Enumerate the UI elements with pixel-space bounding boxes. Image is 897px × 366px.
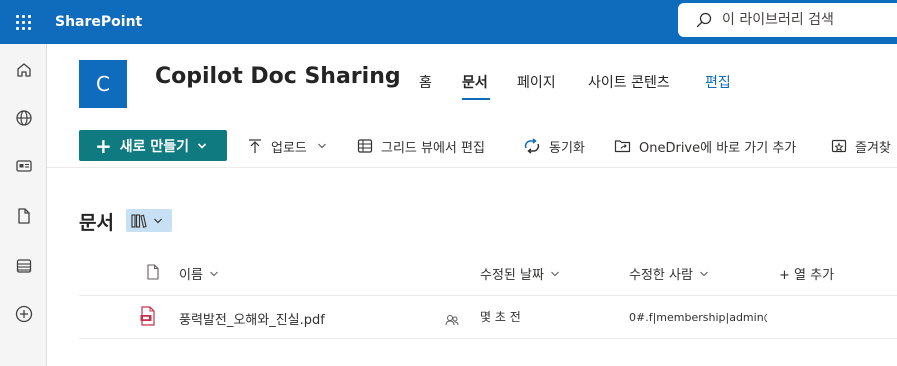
search-box[interactable] xyxy=(678,3,897,37)
name-column-label: 이름 xyxy=(179,268,203,283)
nav-pages[interactable]: 페이지 xyxy=(517,72,556,92)
file-icon xyxy=(17,208,30,224)
nav-site-contents[interactable]: 사이트 콘텐츠 xyxy=(588,72,670,92)
chevron-down-icon xyxy=(210,271,218,276)
upload-icon xyxy=(249,139,261,153)
file-type-icon xyxy=(147,264,159,280)
add-shortcut-to-onedrive-button[interactable]: OneDrive에 바로 가기 추가 xyxy=(614,134,796,158)
chevron-down-icon xyxy=(317,143,326,149)
grid-icon xyxy=(357,139,373,153)
edit-in-grid-view-button[interactable]: 그리드 뷰에서 편집 xyxy=(357,134,485,158)
view-switcher-button[interactable] xyxy=(126,209,172,232)
library-title: 문서 xyxy=(79,212,114,234)
add-to-favorites-button[interactable]: 즐겨찾 xyxy=(831,134,891,158)
new-button-label: 새로 만들기 xyxy=(119,138,190,155)
file-name-link[interactable]: 풍력발전_오해와_진실.pdf xyxy=(179,309,325,328)
home-icon xyxy=(16,63,31,77)
pdf-file-icon xyxy=(140,306,156,330)
globe-icon xyxy=(15,110,32,126)
modified-by-cell[interactable]: 0#.f|membership|admin@ xyxy=(629,311,767,324)
rail-home-button[interactable] xyxy=(0,50,47,90)
modified-column-label: 수정된 날짜 xyxy=(480,268,544,283)
site-logo[interactable]: C xyxy=(79,60,127,108)
app-launcher-button[interactable] xyxy=(0,0,46,44)
left-rail xyxy=(0,44,47,366)
nav-home[interactable]: 홈 xyxy=(419,72,432,92)
edit-in-grid-view-label: 그리드 뷰에서 편집 xyxy=(381,140,485,156)
modified-by-column-header[interactable]: 수정한 사람 xyxy=(629,264,709,283)
chevron-down-icon xyxy=(551,271,559,276)
plus-icon: + xyxy=(95,133,112,158)
sync-icon xyxy=(524,138,540,154)
favorites-icon xyxy=(831,139,847,153)
sync-button[interactable]: 동기화 xyxy=(523,134,585,158)
nav-edit[interactable]: 편집 xyxy=(705,72,731,92)
app-name[interactable]: SharePoint xyxy=(55,0,142,44)
waffle-icon xyxy=(15,14,31,30)
header-divider xyxy=(79,295,897,296)
sync-label: 동기화 xyxy=(549,140,585,156)
rail-files-button[interactable] xyxy=(0,196,47,236)
rail-sites-button[interactable] xyxy=(0,98,47,138)
modified-column-header[interactable]: 수정된 날짜 xyxy=(480,264,560,283)
name-column-header[interactable]: 이름 xyxy=(179,264,219,283)
add-column-button[interactable]: + 열 추가 xyxy=(779,264,834,283)
site-title[interactable]: Copilot Doc Sharing xyxy=(155,64,401,89)
add-shortcut-label: OneDrive에 바로 가기 추가 xyxy=(639,140,797,156)
active-nav-indicator xyxy=(462,98,490,100)
upload-button[interactable]: 업로드 xyxy=(247,134,335,158)
rail-lists-button[interactable] xyxy=(0,246,47,286)
chevron-down-icon xyxy=(700,271,708,276)
rail-create-button[interactable] xyxy=(0,294,47,334)
folder-link-icon xyxy=(614,140,631,153)
add-to-favorites-label: 즐겨찾 xyxy=(855,140,891,156)
file-type-column-header[interactable] xyxy=(140,264,160,280)
search-icon xyxy=(696,12,712,28)
search-input[interactable] xyxy=(722,12,882,28)
suite-bar: SharePoint xyxy=(0,0,897,44)
news-icon xyxy=(15,160,32,172)
shared-people-icon xyxy=(445,311,459,330)
modified-by-column-label: 수정한 사람 xyxy=(629,268,693,283)
add-icon xyxy=(15,305,32,323)
upload-label: 업로드 xyxy=(271,140,307,156)
chevron-down-icon xyxy=(197,142,207,149)
library-view-icon xyxy=(131,213,147,228)
modified-date-cell: 몇 초 전 xyxy=(480,310,521,324)
new-button[interactable]: + 새로 만들기 xyxy=(79,130,227,161)
row-divider xyxy=(79,338,897,339)
nav-documents[interactable]: 문서 xyxy=(462,72,488,92)
list-icon xyxy=(16,259,31,273)
chevron-down-icon xyxy=(154,218,162,223)
rail-news-button[interactable] xyxy=(0,146,47,186)
